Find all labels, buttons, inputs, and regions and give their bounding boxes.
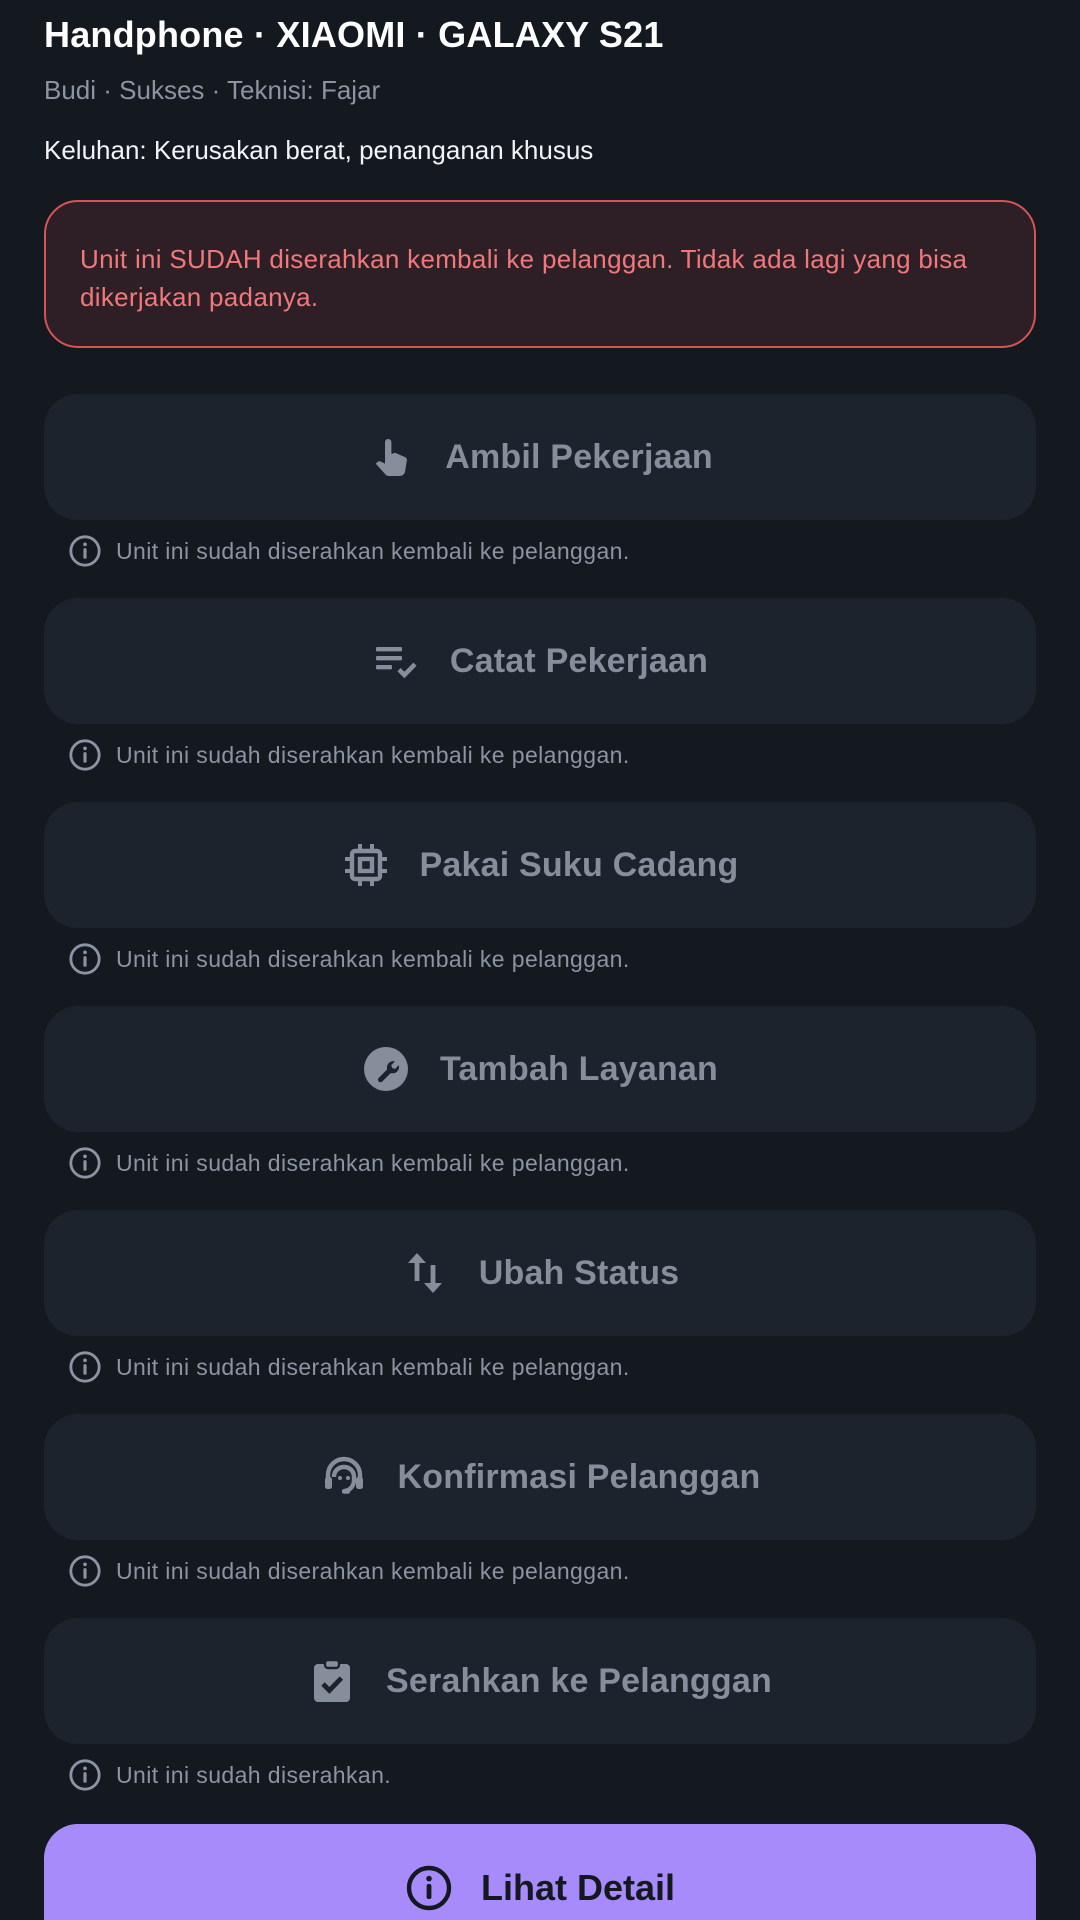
- action-item: Catat Pekerjaan Unit ini sudah diserahka…: [44, 598, 1036, 802]
- action-item: Tambah Layanan Unit ini sudah diserahkan…: [44, 1006, 1036, 1210]
- action-list: Ambil Pekerjaan Unit ini sudah diserahka…: [44, 394, 1036, 1822]
- hint-text: Unit ini sudah diserahkan kembali ke pel…: [116, 537, 630, 564]
- action-item: Konfirmasi Pelanggan Unit ini sudah dise…: [44, 1414, 1036, 1618]
- ubah-status-label: Ubah Status: [478, 1253, 680, 1292]
- pakai-suku-cadang-button[interactable]: Pakai Suku Cadang: [44, 802, 1036, 928]
- konfirmasi-pelanggan-label: Konfirmasi Pelanggan: [397, 1457, 761, 1496]
- customer-technician-line: Budi · Sukses · Teknisi: Fajar: [44, 75, 381, 105]
- action-item: Ambil Pekerjaan Unit ini sudah diserahka…: [44, 394, 1036, 598]
- action-hint: Unit ini sudah diserahkan kembali ke pel…: [44, 1336, 1036, 1398]
- lihat-detail-button[interactable]: Lihat Detail: [44, 1824, 1036, 1920]
- action-item: Pakai Suku Cadang Unit ini sudah diserah…: [44, 802, 1036, 1006]
- alert-message: Unit ini SUDAH diserahkan kembali ke pel…: [80, 244, 968, 312]
- info-icon: [68, 534, 102, 568]
- info-icon: [68, 1350, 102, 1384]
- lihat-detail-label: Lihat Detail: [480, 1867, 676, 1908]
- ambil-pekerjaan-label: Ambil Pekerjaan: [445, 437, 713, 476]
- hint-text: Unit ini sudah diserahkan kembali ke pel…: [116, 1149, 630, 1176]
- info-icon: [68, 1554, 102, 1588]
- hint-text: Unit ini sudah diserahkan kembali ke pel…: [116, 741, 630, 768]
- serahkan-ke-pelanggan-label: Serahkan ke Pelanggan: [386, 1661, 772, 1700]
- device-title: Handphone · XIAOMI · GALAXY S21: [44, 14, 664, 55]
- info-icon: [68, 1146, 102, 1180]
- catat-pekerjaan-button[interactable]: Catat Pekerjaan: [44, 598, 1036, 724]
- hint-text: Unit ini sudah diserahkan.: [116, 1761, 392, 1788]
- serahkan-ke-pelanggan-button[interactable]: Serahkan ke Pelanggan: [44, 1618, 1036, 1744]
- ambil-pekerjaan-button[interactable]: Ambil Pekerjaan: [44, 394, 1036, 520]
- clipboard-check-icon: [308, 1657, 356, 1705]
- action-item: Serahkan ke Pelanggan Unit ini sudah dis…: [44, 1618, 1036, 1822]
- job-detail-screen: Handphone · XIAOMI · GALAXY S21 Budi · S…: [0, 0, 1080, 1920]
- touch-hand-icon: [367, 433, 415, 481]
- action-hint: Unit ini sudah diserahkan kembali ke pel…: [44, 520, 1036, 582]
- action-hint: Unit ini sudah diserahkan kembali ke pel…: [44, 928, 1036, 990]
- action-hint: Unit ini sudah diserahkan kembali ke pel…: [44, 724, 1036, 786]
- chip-icon: [342, 841, 390, 889]
- wrench-icon: [362, 1045, 410, 1093]
- tambah-layanan-button[interactable]: Tambah Layanan: [44, 1006, 1036, 1132]
- tambah-layanan-label: Tambah Layanan: [439, 1049, 719, 1088]
- action-hint: Unit ini sudah diserahkan kembali ke pel…: [44, 1132, 1036, 1194]
- hint-text: Unit ini sudah diserahkan kembali ke pel…: [116, 1557, 630, 1584]
- pakai-suku-cadang-label: Pakai Suku Cadang: [419, 845, 739, 884]
- info-icon: [68, 942, 102, 976]
- konfirmasi-pelanggan-button[interactable]: Konfirmasi Pelanggan: [44, 1414, 1036, 1540]
- hint-text: Unit ini sudah diserahkan kembali ke pel…: [116, 1353, 630, 1380]
- ubah-status-button[interactable]: Ubah Status: [44, 1210, 1036, 1336]
- support-agent-icon: [320, 1453, 368, 1501]
- hint-text: Unit ini sudah diserahkan kembali ke pel…: [116, 945, 630, 972]
- info-icon: [68, 738, 102, 772]
- checklist-icon: [372, 637, 420, 685]
- catat-pekerjaan-label: Catat Pekerjaan: [449, 641, 709, 680]
- handed-over-alert: Unit ini SUDAH diserahkan kembali ke pel…: [44, 200, 1036, 348]
- info-icon: [405, 1864, 453, 1912]
- swap-vertical-icon: [401, 1249, 449, 1297]
- action-item: Ubah Status Unit ini sudah diserahkan ke…: [44, 1210, 1036, 1414]
- action-hint: Unit ini sudah diserahkan.: [44, 1744, 1036, 1806]
- complaint-text: Keluhan: Kerusakan berat, penanganan khu…: [44, 135, 594, 165]
- info-icon: [68, 1758, 102, 1792]
- action-hint: Unit ini sudah diserahkan kembali ke pel…: [44, 1540, 1036, 1602]
